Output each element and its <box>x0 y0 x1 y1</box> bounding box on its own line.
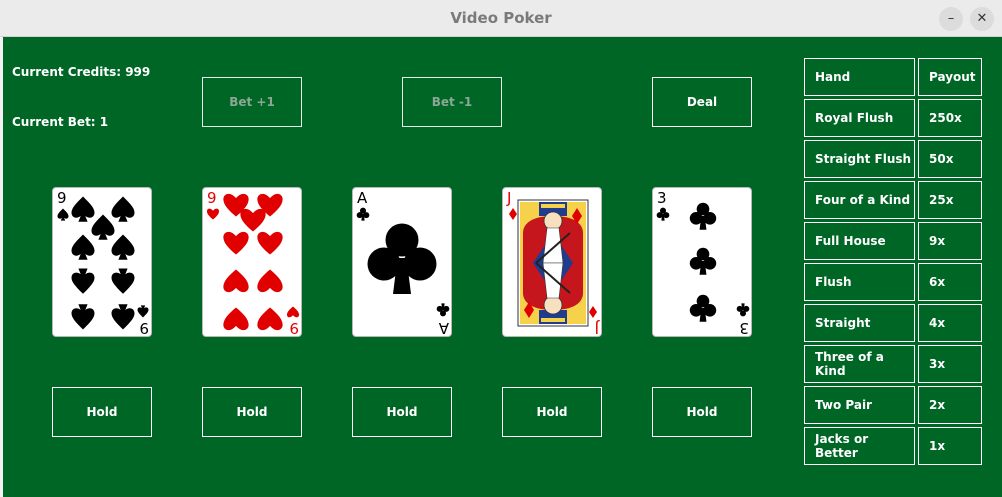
close-button[interactable]: ✕ <box>970 7 994 31</box>
hold-button-3[interactable]: Hold <box>352 387 452 437</box>
card-3-rank: A <box>357 189 368 207</box>
card-face-9-spades: 9 9 <box>57 189 149 337</box>
paytable-payout: 250x <box>918 99 982 137</box>
card-2-rank: 9 <box>207 189 217 207</box>
bet-minus-button[interactable]: Bet -1 <box>402 77 502 127</box>
paytable-payout: 9x <box>918 222 982 260</box>
paytable-header-payout: Payout <box>918 58 982 96</box>
minimize-button[interactable]: – <box>939 7 963 31</box>
paytable-hand: Straight <box>804 304 915 342</box>
card-4-rank: J <box>506 189 511 207</box>
card-1-rank: 9 <box>57 189 67 207</box>
paytable-payout: 25x <box>918 181 982 219</box>
paytable-hand: Two Pair <box>804 386 915 424</box>
card-3[interactable]: A A <box>352 187 452 337</box>
paytable-hand: Royal Flush <box>804 99 915 137</box>
card-5[interactable]: 3 3 <box>652 187 752 337</box>
hold-button-5[interactable]: Hold <box>652 387 752 437</box>
paytable-hand: Straight Flush <box>804 140 915 178</box>
game-table: Current Credits: 999 Current Bet: 1 Bet … <box>3 37 1002 497</box>
paytable-payout: 50x <box>918 140 982 178</box>
paytable-payout: 1x <box>918 427 982 465</box>
paytable-hand: Full House <box>804 222 915 260</box>
paytable-payout: 4x <box>918 304 982 342</box>
paytable-payout: 2x <box>918 386 982 424</box>
hold-button-4[interactable]: Hold <box>502 387 602 437</box>
card-1-rank-bottom: 9 <box>139 319 149 337</box>
window-titlebar: Video Poker – ✕ <box>0 0 1002 37</box>
card-5-rank-bottom: 3 <box>739 319 749 337</box>
card-2[interactable]: 9 9 <box>202 187 302 337</box>
paytable-hand: Jacks or Better <box>804 427 915 465</box>
card-face-3-clubs: 3 3 <box>656 189 750 337</box>
card-face-ace-clubs: A A <box>356 189 450 337</box>
bet-label: Current Bet: 1 <box>12 115 109 129</box>
card-face-9-hearts: 9 9 <box>206 189 300 337</box>
paytable-hand: Four of a Kind <box>804 181 915 219</box>
card-5-rank: 3 <box>657 189 667 207</box>
paytable-payout: 3x <box>918 345 982 383</box>
card-3-rank-bottom: A <box>438 319 449 337</box>
card-2-rank-bottom: 9 <box>289 319 299 337</box>
hold-button-1[interactable]: Hold <box>52 387 152 437</box>
window-title: Video Poker <box>450 9 552 27</box>
card-4-rank-bottom: J <box>595 319 600 337</box>
hold-button-2[interactable]: Hold <box>202 387 302 437</box>
deal-button[interactable]: Deal <box>652 77 752 127</box>
bet-plus-button[interactable]: Bet +1 <box>202 77 302 127</box>
card-4[interactable]: J J <box>502 187 602 337</box>
paytable-hand: Three of a Kind <box>804 345 915 383</box>
paytable-payout: 6x <box>918 263 982 301</box>
credits-label: Current Credits: 999 <box>12 65 151 79</box>
card-1[interactable]: 9 9 <box>52 187 152 337</box>
paytable-header-hand: Hand <box>804 58 915 96</box>
paytable-hand: Flush <box>804 263 915 301</box>
card-face-jack-diamonds: J J <box>506 189 600 337</box>
